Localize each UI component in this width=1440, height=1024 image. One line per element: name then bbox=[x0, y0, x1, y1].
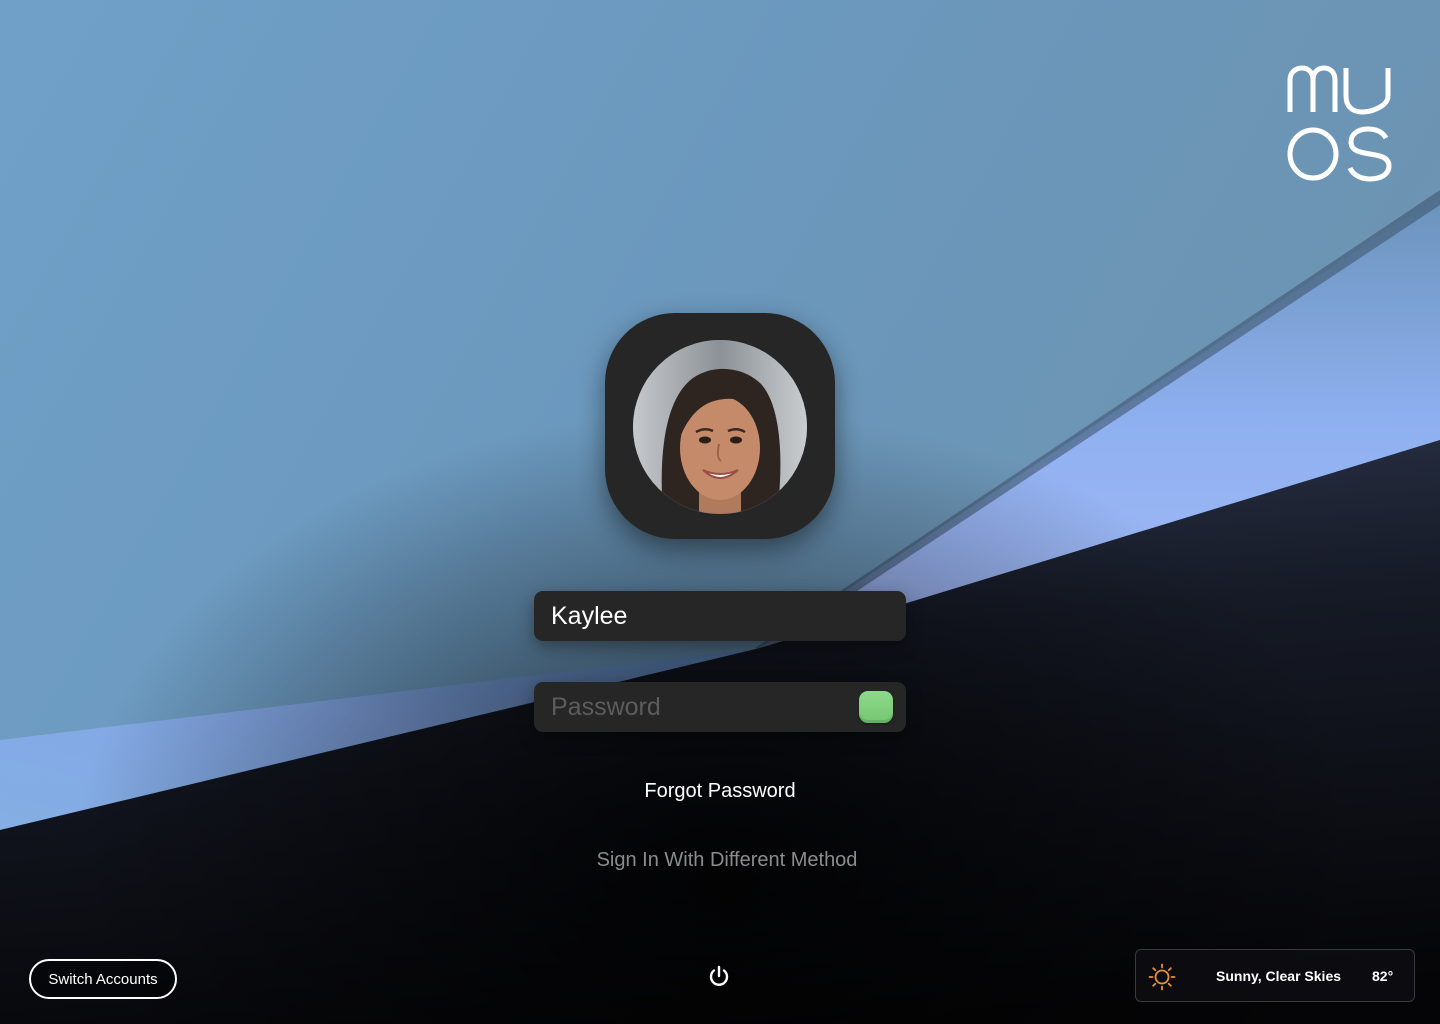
muos-logo: mu OS bbox=[1284, 62, 1396, 184]
username-display: Kaylee bbox=[534, 591, 906, 641]
password-input[interactable] bbox=[551, 692, 841, 722]
switch-accounts-label: Switch Accounts bbox=[48, 970, 158, 988]
avatar-frame bbox=[605, 313, 835, 539]
sign-in-different-method-link[interactable]: Sign In With Different Method bbox=[534, 849, 920, 872]
sun-icon bbox=[1148, 963, 1176, 991]
weather-temperature: 82° bbox=[1372, 968, 1394, 984]
forgot-password-link[interactable]: Forgot Password bbox=[534, 780, 906, 803]
user-avatar bbox=[633, 340, 807, 514]
weather-widget: Sunny, Clear Skies 82° bbox=[1135, 949, 1415, 1002]
power-button[interactable] bbox=[706, 963, 732, 989]
username-text: Kaylee bbox=[551, 601, 628, 630]
weather-condition: Sunny, Clear Skies bbox=[1216, 968, 1342, 984]
password-field-container bbox=[534, 682, 906, 732]
submit-login-button[interactable] bbox=[859, 691, 893, 723]
power-icon bbox=[709, 965, 729, 986]
switch-accounts-button[interactable]: Switch Accounts bbox=[29, 959, 177, 999]
